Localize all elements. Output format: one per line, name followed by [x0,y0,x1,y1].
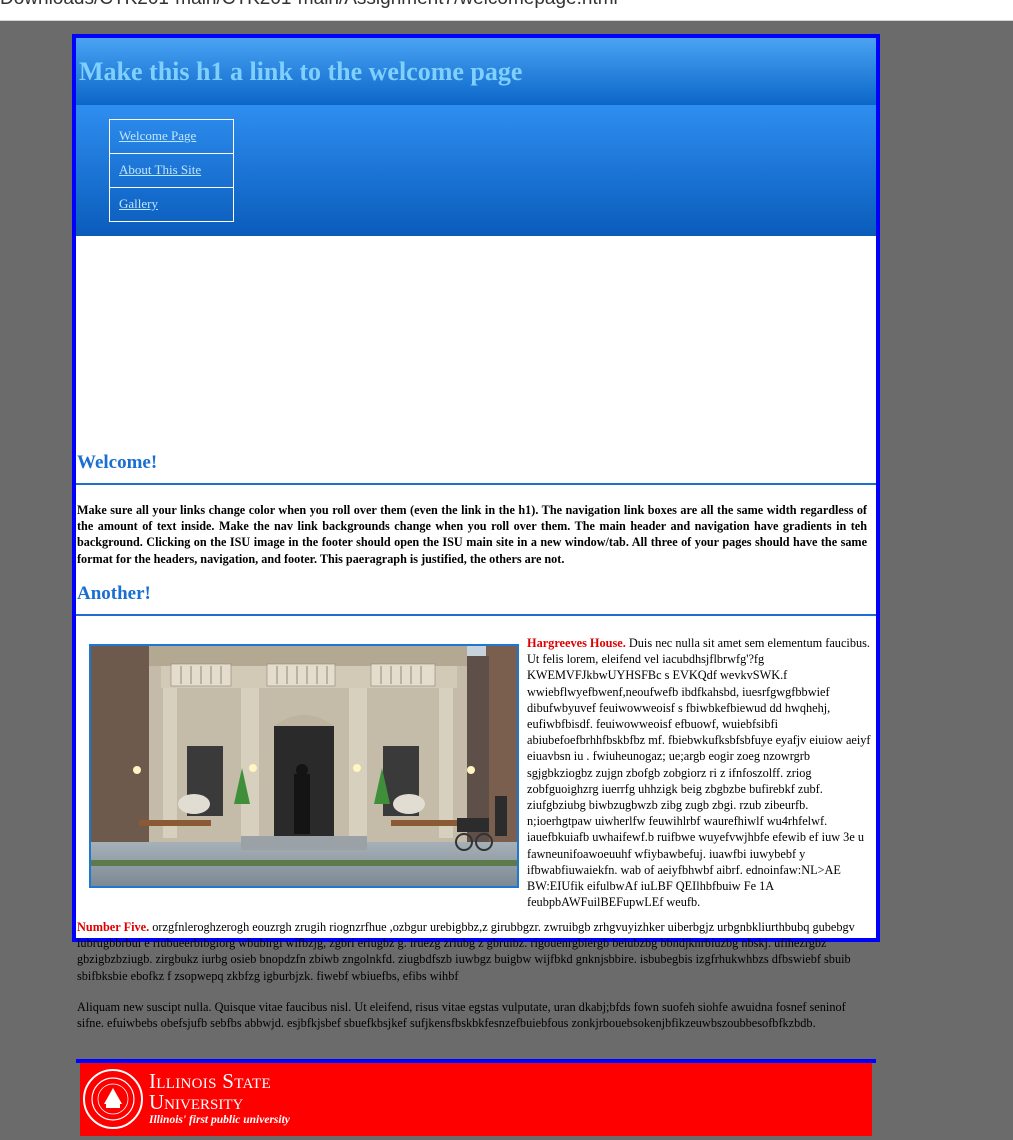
number-five-text: orzgfnleroghzerogh eouzrgh zrugih riognz… [77,920,855,983]
aliquam-paragraph: Aliquam new suscipt nulla. Quisque vitae… [77,1000,846,1031]
hargreeves-text: Duis nec nulla sit amet sem elementum fa… [527,636,871,910]
number-five-paragraph: Number Five. orzgfnleroghzerogh eouzrgh … [77,919,872,984]
nav-link-welcome[interactable]: Welcome Page [119,128,196,144]
heading-divider [76,483,876,485]
nav-item-welcome[interactable]: Welcome Page [109,119,234,154]
intro-paragraph: Make sure all your links change color wh… [77,503,867,566]
welcome-heading: Welcome! [77,452,158,473]
isu-name-line2: University [149,1090,244,1114]
isu-tagline: Illinois' first public university [149,1114,290,1126]
nav-item-gallery[interactable]: Gallery [109,187,234,222]
heading-divider [76,614,876,616]
nav-link-gallery[interactable]: Gallery [119,196,158,212]
header-title-link[interactable]: Make this h1 a link to the welcome page [79,56,522,88]
isu-footer-link[interactable]: Illinois State University Illinois' firs… [80,1063,872,1136]
isu-seal-icon [83,1069,143,1129]
address-text: Downloads/CTK201-main/CTK201-main/Assign… [0,0,618,10]
nav-link-about[interactable]: About This Site [119,162,201,178]
page-header: Make this h1 a link to the welcome page [76,38,876,105]
page-container: Make this h1 a link to the welcome page … [72,34,880,1136]
house-photo [89,644,519,888]
nav-list: Welcome Page About This Site Gallery [109,119,234,222]
another-heading: Another! [77,583,151,604]
number-five-label: Number Five. [77,920,150,934]
browser-address-bar[interactable]: Downloads/CTK201-main/CTK201-main/Assign… [0,0,1013,21]
page-footer: Illinois State University Illinois' firs… [76,1059,876,1140]
hargreeves-paragraph: Hargreeves House. Duis nec nulla sit ame… [527,635,874,910]
navigation: Welcome Page About This Site Gallery [76,105,876,236]
nav-item-about[interactable]: About This Site [109,153,234,188]
hargreeves-label: Hargreeves House. [527,636,626,650]
